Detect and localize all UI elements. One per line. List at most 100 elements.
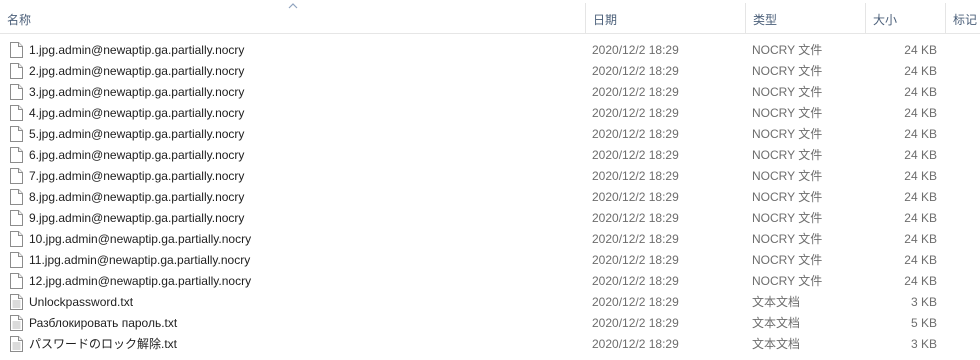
file-date: 2020/12/2 18:29: [592, 127, 679, 141]
file-type: NOCRY 文件: [752, 85, 823, 99]
sort-up-icon: [288, 3, 298, 9]
file-size: 24 KB: [904, 85, 937, 99]
file-type: NOCRY 文件: [752, 232, 823, 246]
file-size: 5 KB: [910, 316, 937, 330]
file-date: 2020/12/2 18:29: [592, 106, 679, 120]
file-icon: [10, 231, 23, 247]
file-date: 2020/12/2 18:29: [592, 232, 679, 246]
file-type: NOCRY 文件: [752, 106, 823, 120]
file-size: 24 KB: [904, 169, 937, 183]
file-row[interactable]: 1.jpg.admin@newaptip.ga.partially.nocry 2…: [0, 40, 980, 61]
file-row[interactable]: 11.jpg.admin@newaptip.ga.partially.nocry…: [0, 250, 980, 271]
file-size: 24 KB: [904, 64, 937, 78]
column-header-type-label: 类型: [753, 13, 778, 27]
file-date: 2020/12/2 18:29: [592, 316, 679, 330]
file-type: 文本文档: [752, 337, 801, 351]
file-size: 3 KB: [910, 337, 937, 351]
file-date: 2020/12/2 18:29: [592, 211, 679, 225]
file-size: 24 KB: [904, 274, 937, 288]
file-name: Разблокировать пароль.txt: [29, 316, 178, 330]
text-file-icon: [10, 294, 23, 310]
file-date: 2020/12/2 18:29: [592, 337, 679, 351]
column-header-type[interactable]: 类型: [746, 0, 866, 33]
file-row[interactable]: 4.jpg.admin@newaptip.ga.partially.nocry 2…: [0, 103, 980, 124]
file-name: 4.jpg.admin@newaptip.ga.partially.nocry: [29, 106, 245, 120]
file-name: 1.jpg.admin@newaptip.ga.partially.nocry: [29, 43, 245, 57]
file-icon: [10, 84, 23, 100]
file-icon: [10, 105, 23, 121]
file-type: NOCRY 文件: [752, 64, 823, 78]
file-type: 文本文档: [752, 295, 801, 309]
file-name: 3.jpg.admin@newaptip.ga.partially.nocry: [29, 85, 245, 99]
file-size: 24 KB: [904, 43, 937, 57]
file-icon: [10, 147, 23, 163]
file-row[interactable]: 7.jpg.admin@newaptip.ga.partially.nocry 2…: [0, 166, 980, 187]
file-icon: [10, 63, 23, 79]
file-name: 8.jpg.admin@newaptip.ga.partially.nocry: [29, 190, 245, 204]
file-row[interactable]: 5.jpg.admin@newaptip.ga.partially.nocry 2…: [0, 124, 980, 145]
file-name: 5.jpg.admin@newaptip.ga.partially.nocry: [29, 127, 245, 141]
file-name: 2.jpg.admin@newaptip.ga.partially.nocry: [29, 64, 245, 78]
column-header-name-label: 名称: [7, 13, 32, 27]
file-date: 2020/12/2 18:29: [592, 253, 679, 267]
file-name: パスワードのロック解除.txt: [29, 337, 178, 351]
file-icon: [10, 252, 23, 268]
file-type: NOCRY 文件: [752, 274, 823, 288]
file-date: 2020/12/2 18:29: [592, 190, 679, 204]
column-header-size-label: 大小: [873, 13, 898, 27]
file-icon: [10, 126, 23, 142]
file-size: 3 KB: [910, 295, 937, 309]
file-row[interactable]: 2.jpg.admin@newaptip.ga.partially.nocry 2…: [0, 61, 980, 82]
file-name: 11.jpg.admin@newaptip.ga.partially.nocry: [29, 253, 251, 267]
file-row[interactable]: 12.jpg.admin@newaptip.ga.partially.nocry…: [0, 271, 980, 292]
file-icon: [10, 273, 23, 289]
column-header-date[interactable]: 日期: [586, 0, 746, 33]
file-type: NOCRY 文件: [752, 127, 823, 141]
file-date: 2020/12/2 18:29: [592, 169, 679, 183]
file-size: 24 KB: [904, 190, 937, 204]
file-size: 24 KB: [904, 253, 937, 267]
text-file-icon: [10, 315, 23, 331]
column-header-size[interactable]: 大小: [866, 0, 946, 33]
file-type: NOCRY 文件: [752, 190, 823, 204]
file-row[interactable]: 9.jpg.admin@newaptip.ga.partially.nocry 2…: [0, 208, 980, 229]
file-date: 2020/12/2 18:29: [592, 148, 679, 162]
file-icon: [10, 210, 23, 226]
file-name: Unlockpassword.txt: [29, 295, 134, 309]
file-icon: [10, 168, 23, 184]
column-header-tags-label: 标记: [953, 13, 978, 27]
file-name: 9.jpg.admin@newaptip.ga.partially.nocry: [29, 211, 245, 225]
file-icon: [10, 189, 23, 205]
text-file-icon: [10, 336, 23, 352]
file-type: NOCRY 文件: [752, 43, 823, 57]
column-header-tags[interactable]: 标记: [946, 0, 980, 33]
column-header-date-label: 日期: [593, 13, 618, 27]
file-date: 2020/12/2 18:29: [592, 274, 679, 288]
file-name: 10.jpg.admin@newaptip.ga.partially.nocry: [29, 232, 252, 246]
file-size: 24 KB: [904, 232, 937, 246]
file-size: 24 KB: [904, 127, 937, 141]
file-row[interactable]: 10.jpg.admin@newaptip.ga.partially.nocry…: [0, 229, 980, 250]
file-name: 7.jpg.admin@newaptip.ga.partially.nocry: [29, 169, 245, 183]
file-type: NOCRY 文件: [752, 148, 823, 162]
file-row[interactable]: 3.jpg.admin@newaptip.ga.partially.nocry 2…: [0, 82, 980, 103]
file-type: NOCRY 文件: [752, 169, 823, 183]
file-type: NOCRY 文件: [752, 253, 823, 267]
file-row[interactable]: Unlockpassword.txt 2020/12/2 18:29 文本文档 3 K…: [0, 292, 980, 313]
file-type: 文本文档: [752, 316, 801, 330]
file-size: 24 KB: [904, 106, 937, 120]
file-row[interactable]: 6.jpg.admin@newaptip.ga.partially.nocry 2…: [0, 145, 980, 166]
file-row[interactable]: 8.jpg.admin@newaptip.ga.partially.nocry 2…: [0, 187, 980, 208]
file-row[interactable]: パスワードのロック解除.txt 2020/12/2 18:29 文本文档 3 KB: [0, 334, 980, 355]
file-icon: [10, 42, 23, 58]
column-header-name[interactable]: 名称: [0, 0, 586, 33]
file-date: 2020/12/2 18:29: [592, 295, 679, 309]
column-header-bar: 名称 日期 类型 大小 标记: [0, 0, 980, 34]
file-size: 24 KB: [904, 148, 937, 162]
file-row[interactable]: Разблокировать пароль.txt 2020/12/2 18:29…: [0, 313, 980, 334]
file-name: 6.jpg.admin@newaptip.ga.partially.nocry: [29, 148, 245, 162]
file-rows: 1.jpg.admin@newaptip.ga.partially.nocry 2…: [0, 40, 980, 355]
file-date: 2020/12/2 18:29: [592, 85, 679, 99]
file-list-view: 名称 日期 类型 大小 标记 1.jpg.admin@newaptip.ga.p…: [0, 0, 980, 360]
file-name: 12.jpg.admin@newaptip.ga.partially.nocry: [29, 274, 252, 288]
